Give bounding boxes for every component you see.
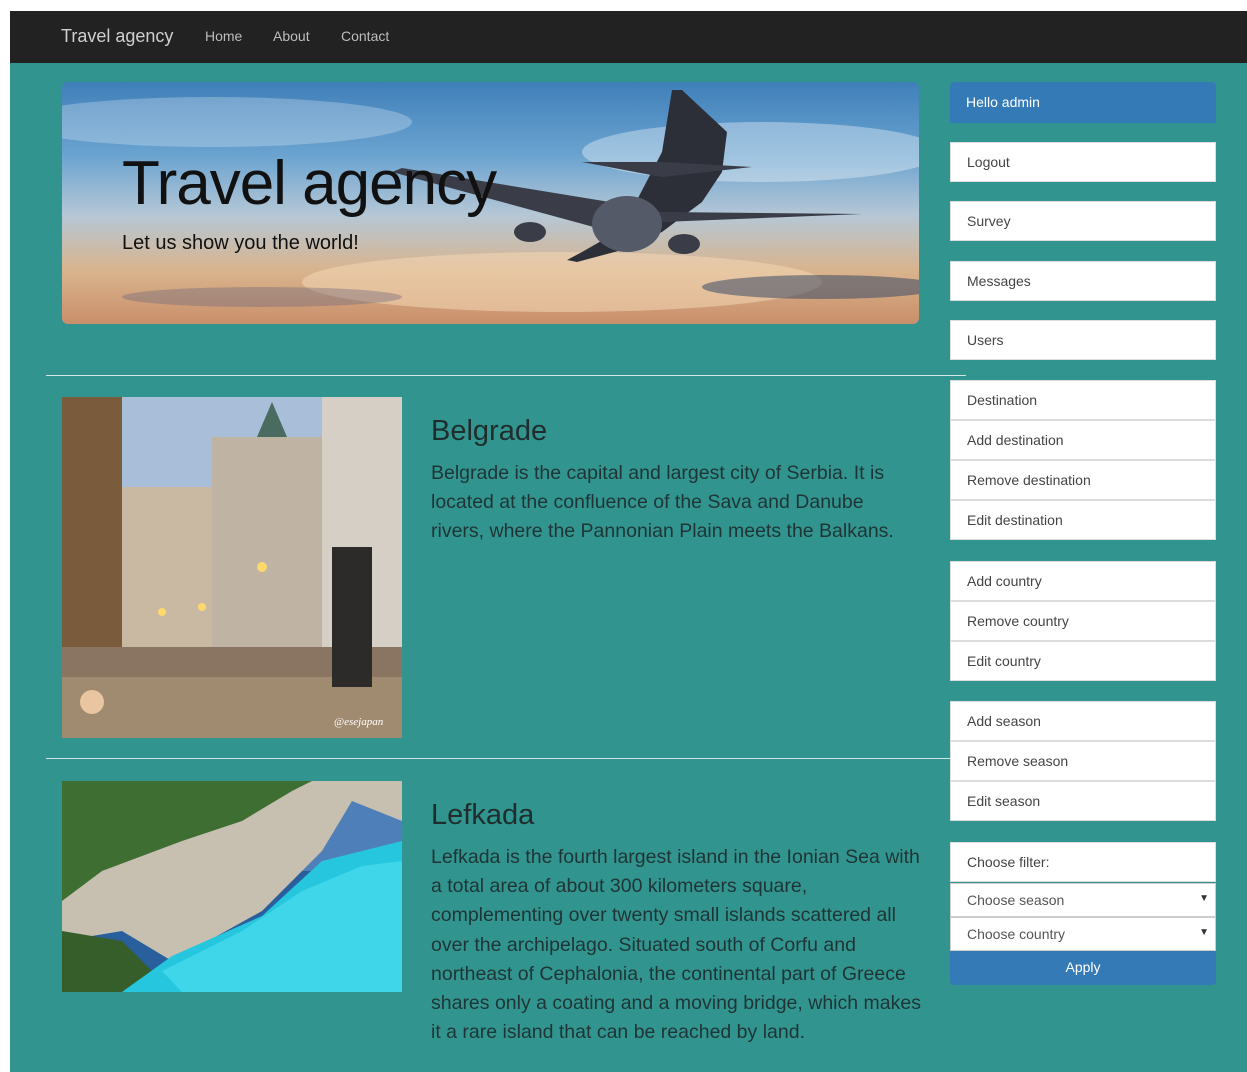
caret-down-icon: ▼ — [1199, 893, 1209, 904]
hero-title: Travel agency — [122, 149, 497, 218]
sidebar-item-edit-destination[interactable]: Edit destination — [950, 500, 1216, 540]
destination-description: Lefkada is the fourth largest island in … — [431, 846, 921, 1044]
season-select-value: Choose season — [967, 892, 1065, 908]
nav-link-about[interactable]: About — [273, 28, 310, 44]
caret-down-icon: ▼ — [1199, 927, 1209, 938]
nav-link-home[interactable]: Home — [205, 28, 242, 44]
sidebar-item-users[interactable]: Users — [950, 320, 1216, 360]
hero-subtitle: Let us show you the world! — [122, 232, 359, 254]
destination-image-lefkada — [62, 781, 402, 992]
apply-button[interactable]: Apply — [950, 951, 1216, 985]
navbar: Travel agency Home About Contact — [10, 11, 1247, 63]
country-select-value: Choose country — [967, 926, 1066, 942]
sidebar-greeting: Hello admin — [950, 82, 1216, 123]
hero-banner: Travel agency Let us show you the world! — [62, 82, 919, 324]
sidebar-item-edit-season[interactable]: Edit season — [950, 781, 1216, 821]
sidebar-item-add-destination[interactable]: Add destination — [950, 420, 1216, 460]
destination-title: Lefkada — [431, 799, 535, 831]
nav-link-contact[interactable]: Contact — [341, 28, 389, 44]
sidebar-item-remove-country[interactable]: Remove country — [950, 601, 1216, 641]
destination-description: Belgrade is the capital and largest city… — [431, 462, 894, 543]
sidebar-item-survey[interactable]: Survey — [950, 201, 1216, 241]
season-select[interactable]: Choose season ▼ — [950, 883, 1216, 917]
sidebar-item-add-country[interactable]: Add country — [950, 561, 1216, 601]
sidebar-item-remove-destination[interactable]: Remove destination — [950, 460, 1216, 500]
image-caption: @esejapan — [334, 716, 384, 728]
sidebar-item-remove-season[interactable]: Remove season — [950, 741, 1216, 781]
destination-image-belgrade: @esejapan — [62, 397, 402, 738]
sidebar-item-edit-country[interactable]: Edit country — [950, 641, 1216, 681]
navbar-brand[interactable]: Travel agency — [61, 26, 173, 47]
sidebar-item-logout[interactable]: Logout — [950, 142, 1216, 182]
sidebar-item-destination[interactable]: Destination — [950, 380, 1216, 420]
sidebar-item-add-season[interactable]: Add season — [950, 701, 1216, 741]
sidebar-item-messages[interactable]: Messages — [950, 261, 1216, 301]
divider — [46, 758, 950, 759]
page: Travel agency Home About Contact Travel … — [10, 11, 1247, 1072]
filter-label: Choose filter: — [950, 842, 1216, 882]
destination-title: Belgrade — [431, 415, 548, 447]
country-select[interactable]: Choose country ▼ — [950, 917, 1216, 951]
divider — [46, 375, 966, 376]
